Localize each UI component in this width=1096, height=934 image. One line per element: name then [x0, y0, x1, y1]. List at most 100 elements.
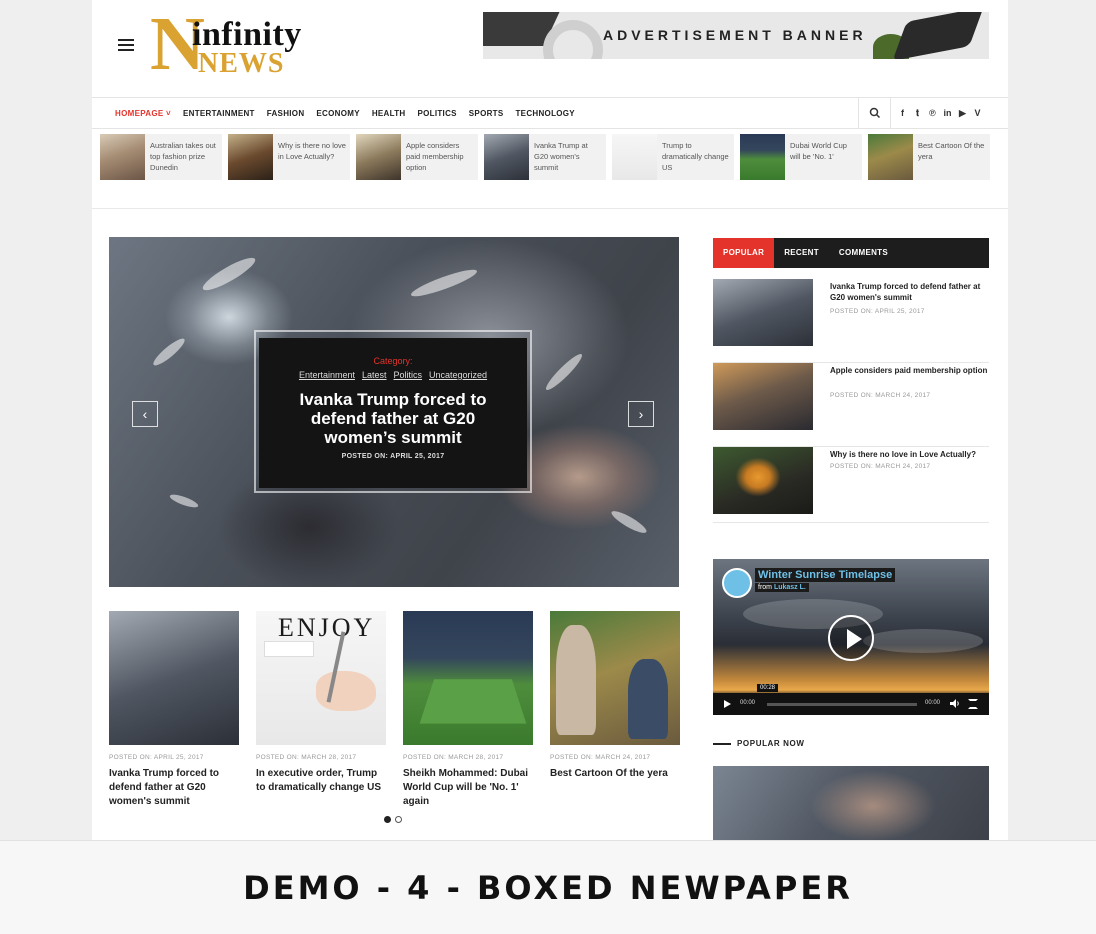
channel-avatar[interactable]: [722, 568, 752, 598]
ticker-thumbnail: [356, 134, 401, 180]
ticker-title: Dubai World Cup will be 'No. 1': [790, 141, 847, 161]
card-image: [109, 611, 239, 745]
hero-caption: Category: Entertainment Latest Politics …: [259, 338, 527, 488]
article-card[interactable]: ENJOY POSTED ON: MARCH 28, 2017 In execu…: [256, 611, 386, 809]
tag-link[interactable]: Politics: [394, 370, 423, 380]
light-streak: [609, 507, 649, 537]
hand-graphic: [316, 671, 376, 711]
light-streak: [199, 252, 259, 296]
ticker-item[interactable]: Dubai World Cup will be 'No. 1': [740, 134, 862, 180]
sidebar-post-title[interactable]: Ivanka Trump forced to defend father at …: [830, 281, 990, 303]
next-slide-button[interactable]: ›: [628, 401, 654, 427]
fullscreen-icon[interactable]: [968, 699, 978, 709]
ticker-title: Australian takes out top fashion prize D…: [150, 141, 216, 172]
ticker-thumbnail: [612, 134, 657, 180]
ticker-item[interactable]: Australian takes out top fashion prize D…: [100, 134, 222, 180]
sidebar-post-image: [713, 363, 813, 430]
sidebar-post-image: [713, 279, 813, 346]
carousel-pagination: [384, 816, 402, 823]
card-date: POSTED ON: MARCH 28, 2017: [256, 754, 357, 761]
ticker-item[interactable]: Why is there no love in Love Actually?: [228, 134, 350, 180]
demo-caption-bar: DEMO - 4 - BOXED NEWPAPER: [0, 840, 1096, 934]
heading-line: [713, 742, 731, 745]
site-logo[interactable]: N infinity NEWS: [150, 6, 340, 82]
menu-icon[interactable]: [118, 39, 134, 51]
pitch-graphic: [419, 679, 527, 724]
card-date: POSTED ON: MARCH 24, 2017: [550, 754, 651, 761]
twitter-icon[interactable]: 𝐭: [913, 107, 922, 119]
sidebar-post-date: POSTED ON: MARCH 24, 2017: [830, 463, 931, 470]
figure-graphic: [628, 659, 668, 739]
youtube-icon[interactable]: ▶: [958, 107, 967, 119]
volume-icon[interactable]: [950, 699, 960, 708]
news-ticker: Australian takes out top fashion prize D…: [100, 134, 1000, 182]
nav-divider: [858, 98, 859, 129]
card-title[interactable]: Ivanka Trump forced to defend father at …: [109, 767, 239, 809]
boxed-page: N infinity NEWS ADVERTISEMENT BANNER HOM…: [92, 0, 1008, 840]
pagination-dot[interactable]: [384, 816, 391, 823]
hero-title[interactable]: Ivanka Trump forced to defend father at …: [283, 390, 503, 447]
pinterest-icon[interactable]: ℗: [928, 107, 937, 119]
card-date: POSTED ON: MARCH 28, 2017: [403, 754, 504, 761]
sidebar-post[interactable]: Why is there no love in Love Actually? P…: [713, 447, 989, 523]
ticker-item[interactable]: Trump to dramatically change US: [612, 134, 734, 180]
ticker-item[interactable]: Best Cartoon Of the yera: [868, 134, 990, 180]
hero-slider[interactable]: ‹ › Category: Entertainment Latest Polit…: [109, 237, 679, 587]
nav-item-politics[interactable]: POLITICS: [418, 109, 457, 118]
logo-word-top: infinity: [192, 16, 302, 53]
nav-item-sports[interactable]: SPORTS: [469, 109, 504, 118]
nav-item-technology[interactable]: TECHNOLOGY: [516, 109, 575, 118]
tab-recent[interactable]: RECENT: [774, 238, 829, 268]
paper-graphic: [264, 641, 314, 657]
card-title[interactable]: In executive order, Trump to dramaticall…: [256, 767, 386, 795]
seek-tooltip: 00:28: [757, 684, 779, 692]
sidebar-post[interactable]: Apple considers paid membership option P…: [713, 363, 989, 447]
sidebar-post[interactable]: Ivanka Trump forced to defend father at …: [713, 279, 989, 363]
article-card[interactable]: POSTED ON: MARCH 24, 2017 Best Cartoon O…: [550, 611, 680, 809]
play-button[interactable]: [828, 615, 874, 661]
video-author-name[interactable]: Lukasz L.: [774, 584, 806, 591]
article-card[interactable]: POSTED ON: MARCH 28, 2017 Sheikh Mohamme…: [403, 611, 533, 809]
ticker-title: Best Cartoon Of the yera: [918, 141, 985, 161]
tag-link[interactable]: Uncategorized: [429, 370, 487, 380]
prev-slide-button[interactable]: ‹: [132, 401, 158, 427]
sidebar-post-title[interactable]: Apple considers paid membership option: [830, 365, 990, 376]
ticker-title: Ivanka Trump at G20 women's summit: [534, 141, 588, 172]
tag-link[interactable]: Latest: [362, 370, 387, 380]
play-icon[interactable]: [724, 700, 731, 708]
video-author: from Lukasz L.: [755, 583, 809, 592]
ticker-thumbnail: [484, 134, 529, 180]
pagination-dot[interactable]: [395, 816, 402, 823]
popular-now-image[interactable]: [713, 766, 989, 840]
card-image: [403, 611, 533, 745]
tab-comments[interactable]: COMMENTS: [829, 238, 898, 268]
video-title[interactable]: Winter Sunrise Timelapse: [755, 568, 896, 582]
ticker-title: Apple considers paid membership option: [406, 141, 464, 172]
facebook-icon[interactable]: f: [898, 107, 907, 119]
nav-item-homepage[interactable]: HOMEPAGE ˅: [115, 109, 171, 118]
nav-item-health[interactable]: HEALTH: [372, 109, 406, 118]
ad-text: ADVERTISEMENT BANNER: [603, 27, 867, 43]
article-card[interactable]: POSTED ON: APRIL 25, 2017 Ivanka Trump f…: [109, 611, 239, 809]
ticker-item[interactable]: Ivanka Trump at G20 women's summit: [484, 134, 606, 180]
nav-item-entertainment[interactable]: ENTERTAINMENT: [183, 109, 255, 118]
card-title[interactable]: Best Cartoon Of the yera: [550, 767, 680, 781]
demo-caption: DEMO - 4 - BOXED NEWPAPER: [243, 869, 853, 907]
linkedin-icon[interactable]: in: [943, 107, 952, 119]
card-title[interactable]: Sheikh Mohammed: Dubai World Cup will be…: [403, 767, 533, 809]
vimeo-icon[interactable]: V: [973, 107, 982, 119]
seek-bar[interactable]: [767, 703, 917, 706]
video-controls: 00:00 00:00: [713, 693, 989, 715]
ticker-thumbnail: [868, 134, 913, 180]
card-date: POSTED ON: APRIL 25, 2017: [109, 754, 204, 761]
ticker-item[interactable]: Apple considers paid membership option: [356, 134, 478, 180]
search-icon[interactable]: [868, 106, 882, 120]
advertisement-banner[interactable]: ADVERTISEMENT BANNER: [483, 12, 989, 59]
video-player[interactable]: Winter Sunrise Timelapse from Lukasz L. …: [713, 559, 989, 715]
nav-item-fashion[interactable]: FASHION: [267, 109, 305, 118]
tab-popular[interactable]: POPULAR: [713, 238, 775, 268]
nav-item-economy[interactable]: ECONOMY: [316, 109, 359, 118]
ticker-thumbnail: [740, 134, 785, 180]
tag-link[interactable]: Entertainment: [299, 370, 355, 380]
sidebar-post-title[interactable]: Why is there no love in Love Actually?: [830, 449, 990, 460]
